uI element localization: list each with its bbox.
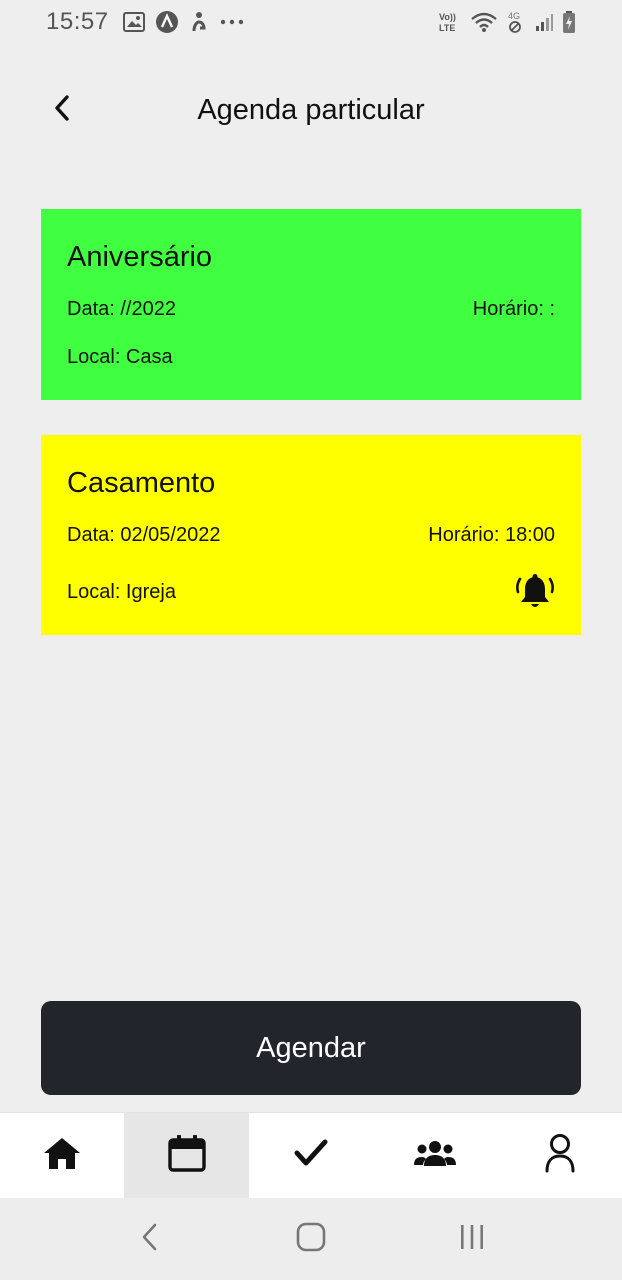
svg-text:LTE: LTE bbox=[439, 23, 455, 33]
event-local: Local: Igreja bbox=[67, 580, 176, 603]
header: Agenda particular bbox=[0, 70, 622, 150]
svg-text:4G: 4G bbox=[508, 11, 520, 21]
back-button[interactable] bbox=[42, 90, 82, 130]
wifi-icon bbox=[470, 11, 498, 33]
user-profile-icon bbox=[544, 1133, 576, 1178]
nav-item-home[interactable] bbox=[0, 1113, 124, 1198]
agendar-button[interactable]: Agendar bbox=[41, 1001, 581, 1095]
event-local-row: Local: Casa bbox=[67, 346, 555, 369]
nav-item-calendar[interactable] bbox=[124, 1113, 249, 1198]
nav-item-groups[interactable] bbox=[373, 1113, 497, 1198]
mobile-data-4g-icon: 4G bbox=[506, 10, 526, 34]
event-card[interactable]: Casamento Data: 02/05/2022 Horário: 18:0… bbox=[41, 435, 581, 635]
event-title: Aniversário bbox=[67, 241, 213, 273]
back-nav-icon bbox=[140, 1222, 160, 1257]
system-nav-bar bbox=[0, 1198, 622, 1280]
image-icon bbox=[122, 12, 145, 32]
nav-item-profile[interactable] bbox=[498, 1113, 622, 1198]
system-home-button[interactable] bbox=[281, 1209, 341, 1269]
signal-icon bbox=[534, 12, 554, 32]
home-icon bbox=[42, 1135, 82, 1176]
status-bar: 15:57 Vo)) LTE 4G bbox=[0, 0, 622, 44]
event-date: Data: //2022 bbox=[67, 298, 176, 320]
status-left-icons bbox=[122, 10, 245, 34]
event-date-row: Data: 02/05/2022 Horário: 18:00 bbox=[67, 524, 555, 547]
recents-nav-icon bbox=[457, 1223, 487, 1256]
more-dots-icon bbox=[219, 18, 245, 26]
event-card[interactable]: Aniversário Data: //2022 Horário: : Loca… bbox=[41, 209, 581, 400]
accessibility-icon bbox=[189, 11, 209, 33]
app-screen: 15:57 Vo)) LTE 4G Agenda particular Aniv… bbox=[0, 0, 622, 1280]
home-nav-icon bbox=[295, 1221, 327, 1258]
event-time: Horário: : bbox=[472, 298, 555, 320]
event-time: Horário: 18:00 bbox=[428, 524, 555, 546]
nav-item-tasks[interactable] bbox=[249, 1113, 373, 1198]
page-title: Agenda particular bbox=[197, 93, 425, 126]
checkmark-icon bbox=[294, 1138, 328, 1173]
volte-icon: Vo)) LTE bbox=[438, 10, 462, 34]
system-back-button[interactable] bbox=[120, 1209, 180, 1269]
bell-ringing-icon[interactable] bbox=[515, 572, 555, 612]
status-time: 15:57 bbox=[46, 8, 109, 35]
system-recents-button[interactable] bbox=[442, 1209, 502, 1269]
event-local: Local: Casa bbox=[67, 346, 173, 368]
chevron-left-icon bbox=[52, 94, 72, 127]
calendar-icon bbox=[167, 1133, 207, 1178]
event-date: Data: 02/05/2022 bbox=[67, 524, 221, 546]
event-date-row: Data: //2022 Horário: : bbox=[67, 298, 555, 321]
event-title: Casamento bbox=[67, 467, 216, 499]
bottom-nav bbox=[0, 1112, 622, 1198]
event-local-row: Local: Igreja bbox=[67, 572, 555, 612]
status-right-icons: Vo)) LTE 4G bbox=[438, 10, 576, 34]
users-group-icon bbox=[413, 1138, 457, 1173]
agendar-button-label: Agendar bbox=[256, 1031, 366, 1064]
app-badge-icon bbox=[155, 10, 179, 34]
battery-charging-icon bbox=[562, 10, 576, 34]
svg-text:Vo)): Vo)) bbox=[439, 12, 456, 22]
